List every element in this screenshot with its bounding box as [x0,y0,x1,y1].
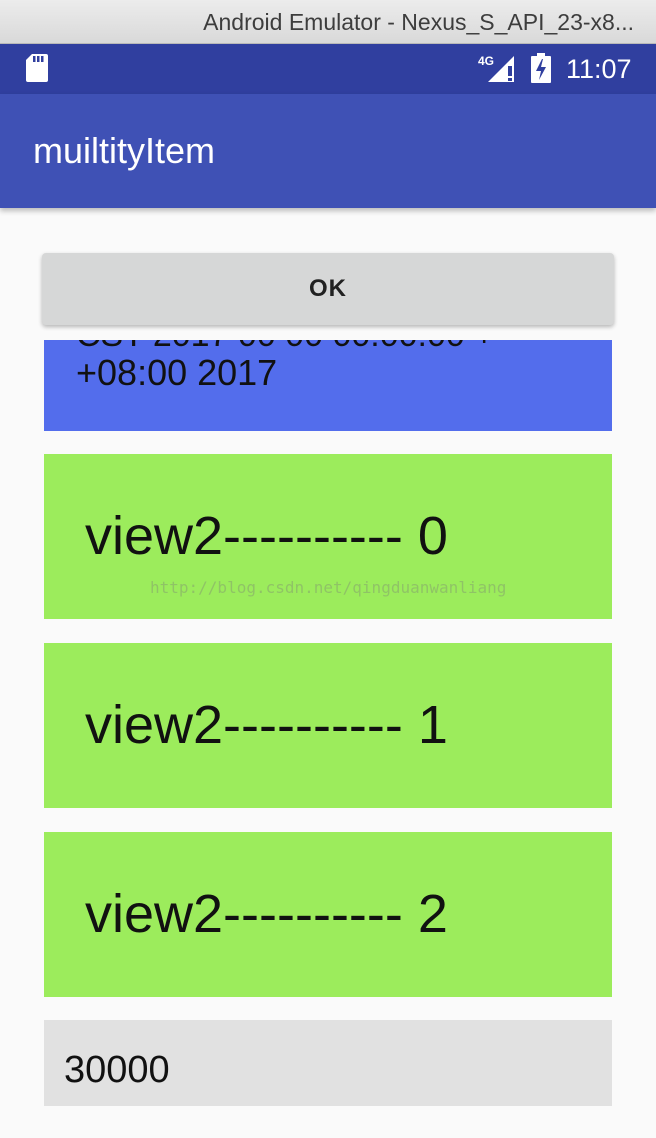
app-title: muiltityItem [33,130,216,171]
count-list-item[interactable]: 30000 [44,1020,612,1106]
view2-label: view2---------- 2 [85,884,448,944]
view2-list-item[interactable]: view2---------- 2 [44,832,612,997]
signal-icon: 4G [478,54,514,82]
app-bar: muiltityItem [0,94,656,208]
date-text: +08:00 2017 [76,352,278,393]
list-content[interactable]: OK CST 2017 00 00 00:00:00 + +08:00 2017… [0,208,656,1138]
sd-card-icon [26,54,48,82]
count-text: 30000 [64,1049,170,1091]
watermark: http://blog.csdn.net/qingduanwanliang [150,578,507,597]
window-titlebar: Android Emulator - Nexus_S_API_23-x8... [0,0,656,44]
network-type-label: 4G [478,54,494,68]
battery-charging-icon [531,53,551,83]
status-clock: 11:07 [566,54,632,84]
view2-label: view2---------- 1 [85,695,448,755]
ok-button[interactable]: OK [42,253,614,325]
window-title: Android Emulator - Nexus_S_API_23-x8... [203,9,634,35]
status-bar: 4G 11:07 [0,44,656,94]
view2-list-item[interactable]: view2---------- 1 [44,643,612,808]
date-list-item[interactable]: CST 2017 00 00 00:00:00 + +08:00 2017 [44,340,612,431]
